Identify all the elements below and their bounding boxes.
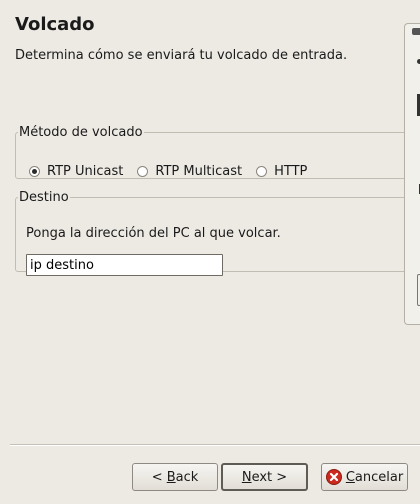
destination-instruction: Ponga la dirección del PC al que volcar.: [26, 226, 281, 241]
cancel-button-label: Cancelar: [345, 469, 404, 485]
method-frame: Método de volcado RTP Unicast RTP Multic…: [15, 125, 420, 179]
cancel-icon: [325, 469, 342, 485]
radio-indicator-icon: [256, 166, 268, 177]
destination-frame: Destino Ponga la dirección del PC al que…: [15, 190, 420, 276]
camera-icon: [412, 28, 420, 35]
method-radio-group: RTP Unicast RTP Multicast HTTP: [29, 164, 321, 179]
radio-label: RTP Unicast: [47, 164, 124, 179]
back-button-label: < Back: [151, 469, 199, 485]
footer-separator: [10, 444, 420, 446]
radio-indicator-icon: [29, 166, 40, 177]
wizard-page: Volcado Determina cómo se enviará tu vol…: [0, 0, 420, 504]
radio-http[interactable]: HTTP: [256, 164, 307, 179]
destination-ip-input[interactable]: [26, 254, 223, 276]
radio-label: HTTP: [274, 164, 308, 179]
method-legend: Método de volcado: [19, 125, 143, 140]
background-window-edge: [404, 23, 420, 325]
radio-indicator-icon: [137, 166, 149, 177]
radio-rtp-multicast[interactable]: RTP Multicast: [137, 164, 242, 179]
radio-rtp-unicast[interactable]: RTP Unicast: [29, 164, 123, 179]
back-button[interactable]: < Back: [132, 463, 218, 491]
destination-legend: Destino: [19, 190, 69, 205]
next-button[interactable]: Next >: [221, 463, 308, 491]
page-title: Volcado: [15, 14, 95, 35]
page-subtitle: Determina cómo se enviará tu volcado de …: [15, 48, 348, 63]
radio-label: RTP Multicast: [155, 164, 243, 179]
next-button-label: Next >: [241, 469, 288, 485]
cancel-button[interactable]: Cancelar: [321, 463, 408, 491]
